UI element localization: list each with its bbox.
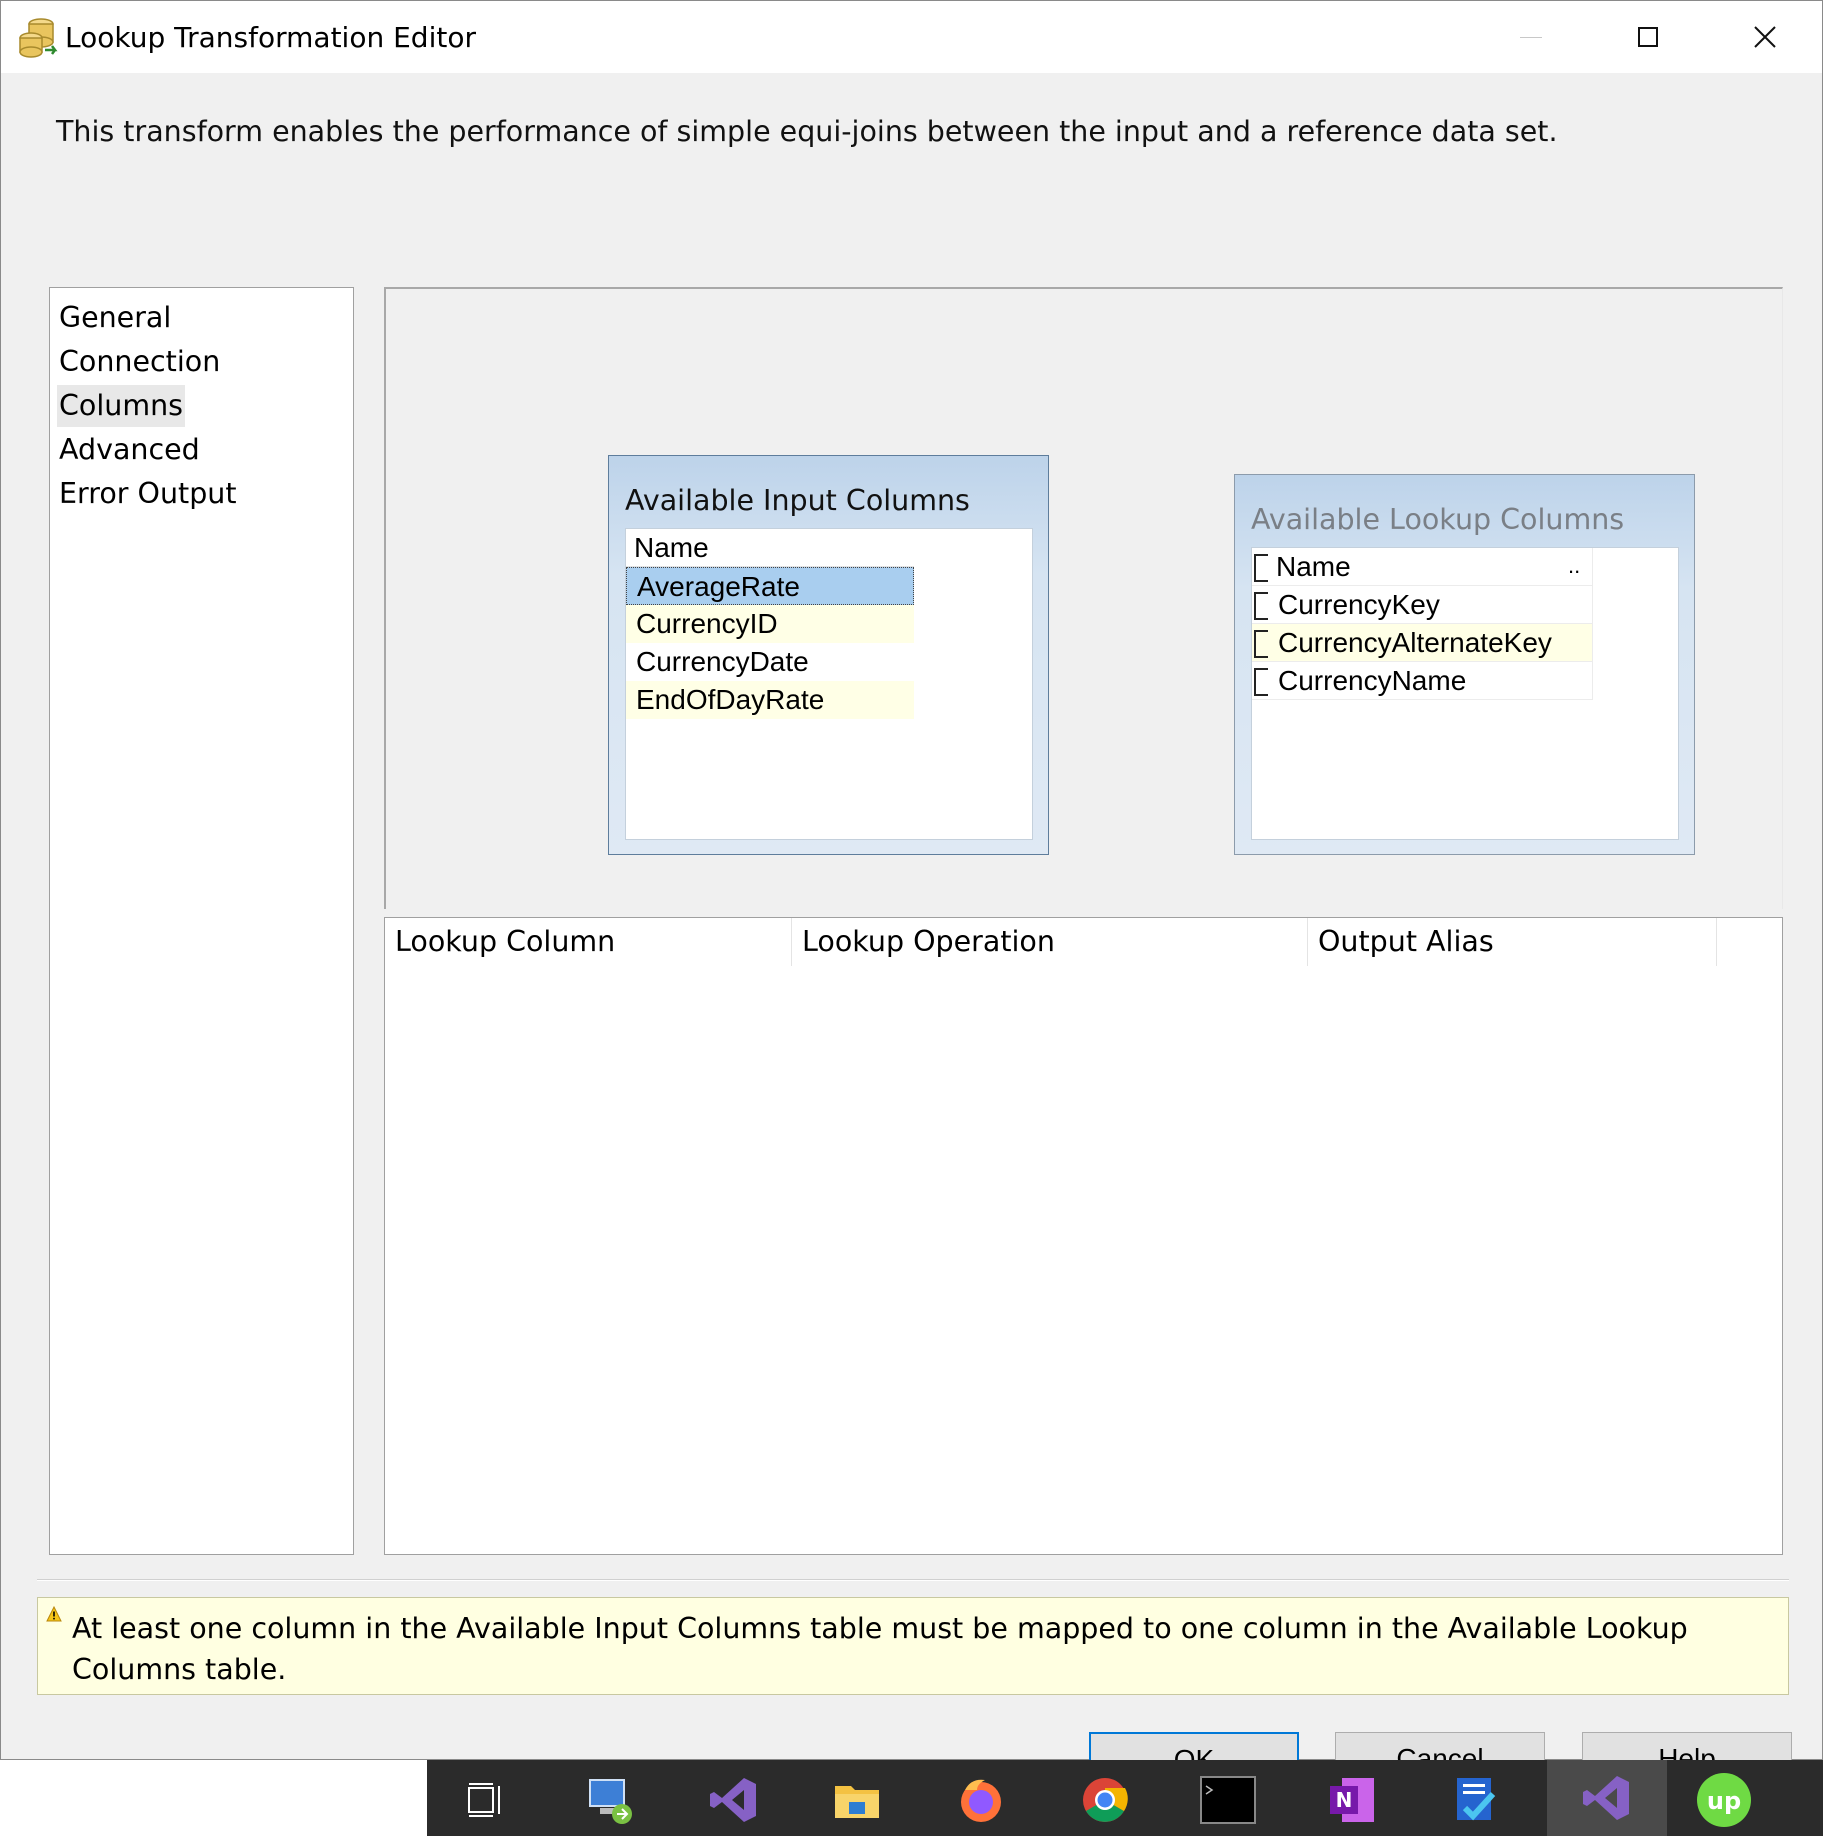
upwork-icon[interactable]: up (1696, 1772, 1752, 1828)
terminal-icon[interactable] (1200, 1772, 1256, 1828)
minimize-icon (1519, 36, 1542, 38)
window-title: Lookup Transformation Editor (65, 21, 476, 54)
maximize-icon (1637, 27, 1658, 47)
separator (37, 1579, 1789, 1581)
select-all-checkbox[interactable] (1254, 554, 1268, 582)
lookup-column-label: CurrencyAlternateKey (1278, 627, 1552, 658)
lookup-columns-title: Available Lookup Columns (1251, 503, 1625, 536)
nav-item-connection[interactable]: Connection (57, 341, 222, 383)
lookup-header-extra: .. (1568, 553, 1581, 578)
lookup-column-row[interactable]: CurrencyKey (1252, 586, 1592, 624)
taskbar: N up (0, 1760, 1823, 1836)
page-navigation: General Connection Columns Advanced Erro… (49, 287, 354, 1555)
warning-message-panel: At least one column in the Available Inp… (37, 1597, 1789, 1695)
svg-text:up: up (1707, 1787, 1741, 1815)
input-columns-header: Name (626, 529, 914, 567)
warning-text: At least one column in the Available Inp… (72, 1612, 1688, 1686)
maximize-button[interactable] (1589, 1, 1706, 73)
input-columns-list[interactable]: Name AverageRate CurrencyID CurrencyDate… (625, 528, 1033, 840)
lookup-column-row[interactable]: CurrencyAlternateKey (1252, 624, 1592, 662)
title-bar[interactable]: Lookup Transformation Editor (1, 1, 1822, 73)
lookup-column-checkbox[interactable] (1254, 592, 1268, 620)
nav-item-error-output[interactable]: Error Output (57, 473, 239, 515)
lookup-column-label: CurrencyName (1278, 665, 1467, 696)
lookup-columns-list[interactable]: Name CurrencyKey CurrencyAlternateKey Cu… (1251, 547, 1679, 840)
visual-studio-active-icon[interactable] (1547, 1760, 1667, 1836)
grid-header-output-alias[interactable]: Output Alias (1308, 918, 1717, 966)
input-columns-title: Available Input Columns (625, 484, 970, 517)
lookup-transform-icon (19, 18, 58, 58)
file-explorer-icon[interactable] (829, 1772, 885, 1828)
taskbar-icons-area: N up (427, 1760, 1823, 1836)
lookup-column-row[interactable]: CurrencyName (1252, 662, 1592, 700)
nav-item-general[interactable]: General (57, 297, 173, 339)
minimize-button[interactable] (1472, 1, 1589, 73)
available-lookup-columns-box[interactable]: Available Lookup Columns Name CurrencyKe… (1234, 474, 1695, 855)
input-column-row[interactable]: CurrencyDate (626, 643, 914, 681)
lookup-header-label: Name (1276, 551, 1351, 582)
input-column-row[interactable]: EndOfDayRate (626, 681, 914, 719)
lookup-column-label: CurrencyKey (1278, 589, 1440, 620)
output-mapping-grid[interactable]: Lookup Column Lookup Operation Output Al… (384, 917, 1783, 1555)
warning-icon (46, 1606, 62, 1622)
firefox-icon[interactable] (953, 1772, 1009, 1828)
remote-desktop-icon[interactable] (582, 1772, 638, 1828)
close-icon (1753, 26, 1776, 48)
nav-item-advanced[interactable]: Advanced (57, 429, 202, 471)
input-column-row[interactable]: AverageRate (626, 567, 914, 605)
todo-icon[interactable] (1447, 1772, 1503, 1828)
nav-item-columns[interactable]: Columns (57, 385, 185, 427)
description-text: This transform enables the performance o… (56, 115, 1558, 148)
lookup-column-checkbox[interactable] (1254, 630, 1268, 658)
lookup-columns-header: Name (1252, 548, 1592, 586)
task-view-icon[interactable] (459, 1772, 515, 1828)
close-button[interactable] (1706, 1, 1823, 73)
visual-studio-icon[interactable] (706, 1772, 762, 1828)
column-divider (1592, 548, 1593, 700)
onenote-icon[interactable]: N (1324, 1772, 1380, 1828)
lookup-column-checkbox[interactable] (1254, 668, 1268, 696)
svg-text:N: N (1336, 1788, 1353, 1812)
grid-header-lookup-column[interactable]: Lookup Column (385, 918, 792, 966)
grid-header-lookup-operation[interactable]: Lookup Operation (792, 918, 1308, 966)
lookup-editor-window: Lookup Transformation Editor This transf… (0, 0, 1823, 1772)
available-input-columns-box[interactable]: Available Input Columns Name AverageRate… (608, 455, 1049, 855)
chrome-icon[interactable] (1077, 1772, 1133, 1828)
input-column-row[interactable]: CurrencyID (626, 605, 914, 643)
